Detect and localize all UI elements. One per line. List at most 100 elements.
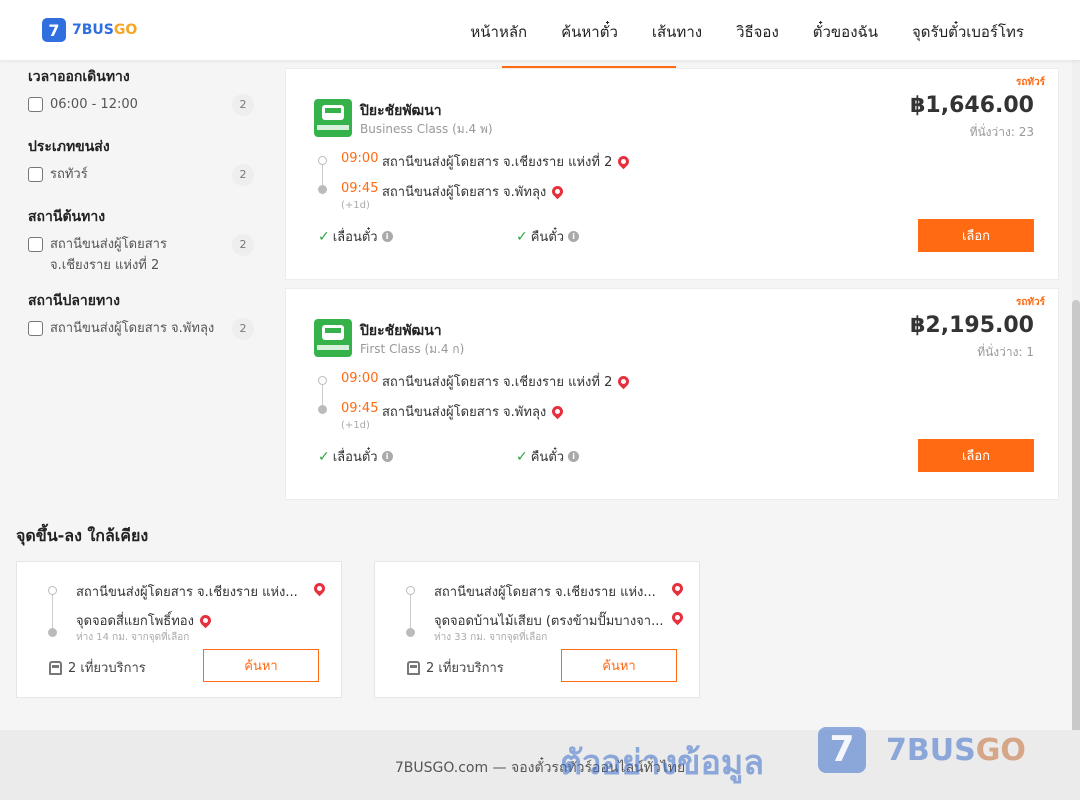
day-offset: (+1d) bbox=[341, 420, 370, 431]
filter-count-badge: 2 bbox=[232, 318, 254, 340]
seats-available: ที่นั่งว่าง: 1 bbox=[977, 345, 1034, 359]
filter-option[interactable]: 06:00 - 12:00 2 bbox=[28, 94, 258, 122]
nearby-distance: ห่าง 33 กม. จากจุดที่เลือก bbox=[434, 632, 548, 643]
nav-routes[interactable]: เส้นทาง bbox=[652, 20, 702, 44]
filter-count-badge: 2 bbox=[232, 164, 254, 186]
check-icon: ✓ bbox=[318, 448, 330, 465]
arrival-time: 09:45 bbox=[341, 181, 379, 196]
filter-departure-time: เวลาออกเดินทาง 06:00 - 12:00 2 bbox=[28, 66, 258, 122]
operator-name: ปิยะชัยพัฒนา bbox=[360, 103, 442, 119]
nearby-from-stop: สถานีขนส่งผู้โดยสาร จ.เชียงราย แห่ง... bbox=[76, 585, 298, 600]
nearby-trip-count: 2 เที่ยวบริการ bbox=[49, 657, 146, 678]
filter-count-badge: 2 bbox=[232, 94, 254, 116]
filter-title: สถานีปลายทาง bbox=[28, 293, 120, 309]
reschedule-policy: ✓ เลื่อนตั๋ว i bbox=[318, 446, 393, 467]
nearby-search-button[interactable]: ค้นหา bbox=[561, 649, 677, 682]
timeline-end-dot bbox=[318, 185, 327, 194]
logo-mark: 7 bbox=[42, 18, 66, 42]
departure-time: 09:00 bbox=[341, 151, 379, 166]
arrival-stop[interactable]: สถานีขนส่งผู้โดยสาร จ.พัทลุง bbox=[382, 401, 566, 422]
nearby-trip-count: 2 เที่ยวบริการ bbox=[407, 657, 504, 678]
nav-ticket-pickup[interactable]: จุดรับตั๋วเบอร์โทร bbox=[912, 20, 1024, 44]
nav-how-to-book[interactable]: วิธีจอง bbox=[736, 20, 779, 44]
bus-icon bbox=[407, 660, 420, 675]
filter-option-label: สถานีขนส่งผู้โดยสาร จ.พัทลุง bbox=[50, 321, 215, 336]
nearby-stops-title: จุดขึ้น-ลง ใกล้เคียง bbox=[16, 526, 149, 545]
filter-checkbox[interactable] bbox=[28, 167, 43, 182]
filter-title: เวลาออกเดินทาง bbox=[28, 69, 130, 85]
watermark-logo-icon: 7 bbox=[818, 727, 866, 773]
timeline-end-dot bbox=[48, 628, 57, 637]
nav-my-tickets[interactable]: ตั๋วของฉัน bbox=[813, 20, 878, 44]
day-offset: (+1d) bbox=[341, 200, 370, 211]
bus-class: First Class (ม.4 ก) bbox=[360, 342, 465, 356]
nearby-search-button[interactable]: ค้นหา bbox=[203, 649, 319, 682]
timeline-end-dot bbox=[318, 405, 327, 414]
departure-stop[interactable]: สถานีขนส่งผู้โดยสาร จ.เชียงราย แห่งที่ 2 bbox=[382, 151, 632, 172]
filter-checkbox[interactable] bbox=[28, 237, 43, 252]
refund-policy: ✓ คืนตั๋ว i bbox=[516, 446, 580, 467]
map-pin-icon[interactable] bbox=[669, 609, 686, 626]
ticket-price: ฿2,195.00 bbox=[910, 313, 1034, 338]
scroll-thumb[interactable] bbox=[1072, 300, 1080, 800]
filter-transport-type: ประเภทขนส่ง รถทัวร์ 2 bbox=[28, 136, 258, 192]
timeline-start-dot bbox=[318, 376, 327, 385]
select-trip-button[interactable]: เลือก bbox=[918, 219, 1034, 252]
filter-checkbox[interactable] bbox=[28, 321, 43, 336]
trip-card: รถทัวร์ ปิยะชัยพัฒนา Business Class (ม.4… bbox=[285, 68, 1059, 280]
info-icon[interactable]: i bbox=[568, 231, 580, 242]
map-pin-icon[interactable] bbox=[669, 580, 686, 597]
filter-option[interactable]: สถานีขนส่งผู้โดยสาร จ.เชียงราย แห่งที่ 2… bbox=[28, 234, 258, 276]
departure-time: 09:00 bbox=[341, 371, 379, 386]
info-icon[interactable]: i bbox=[381, 451, 393, 462]
map-pin-icon[interactable] bbox=[197, 612, 214, 629]
filter-option[interactable]: รถทัวร์ 2 bbox=[28, 164, 258, 192]
nav-search-ticket[interactable]: ค้นหาตั๋ว bbox=[561, 20, 618, 44]
page-scrollbar[interactable] bbox=[1072, 60, 1080, 800]
timeline-start-dot bbox=[318, 156, 327, 165]
filter-sidebar: เวลาออกเดินทาง 06:00 - 12:00 2 ประเภทขนส… bbox=[28, 66, 258, 360]
filter-checkbox[interactable] bbox=[28, 97, 43, 112]
arrival-time: 09:45 bbox=[341, 401, 379, 416]
nearby-to-stop: จุดจอดสี่แยกโพธิ์ทอง bbox=[76, 610, 214, 631]
map-pin-icon[interactable] bbox=[616, 373, 632, 390]
check-icon: ✓ bbox=[516, 448, 528, 465]
watermark-text: ตัวอย่างข้อมูล bbox=[560, 743, 765, 783]
watermark-brand: 7BUSGO bbox=[886, 733, 1026, 768]
filter-title: ประเภทขนส่ง bbox=[28, 139, 110, 155]
arrival-stop[interactable]: สถานีขนส่งผู้โดยสาร จ.พัทลุง bbox=[382, 181, 566, 202]
map-pin-icon[interactable] bbox=[616, 153, 632, 170]
info-icon[interactable]: i bbox=[568, 451, 580, 462]
map-pin-icon[interactable] bbox=[549, 183, 566, 200]
operator-name: ปิยะชัยพัฒนา bbox=[360, 323, 442, 339]
bus-icon bbox=[49, 660, 62, 675]
transport-type-tag: รถทัวร์ bbox=[1015, 297, 1045, 308]
timeline-end-dot bbox=[406, 628, 415, 637]
map-pin-icon[interactable] bbox=[311, 580, 328, 597]
check-icon: ✓ bbox=[318, 228, 330, 245]
filter-destination-station: สถานีปลายทาง สถานีขนส่งผู้โดยสาร จ.พัทลุ… bbox=[28, 290, 258, 346]
timeline-start-dot bbox=[406, 586, 415, 595]
route-timeline bbox=[52, 590, 53, 632]
reschedule-policy: ✓ เลื่อนตั๋ว i bbox=[318, 226, 393, 247]
departure-stop[interactable]: สถานีขนส่งผู้โดยสาร จ.เชียงราย แห่งที่ 2 bbox=[382, 371, 632, 392]
transport-type-tag: รถทัวร์ bbox=[1015, 77, 1045, 88]
select-trip-button[interactable]: เลือก bbox=[918, 439, 1034, 472]
info-icon[interactable]: i bbox=[381, 231, 393, 242]
operator-logo bbox=[314, 319, 352, 357]
nearby-to-stop: จุดจอดบ้านไม้เสียบ (ตรงข้ามปั๊มบางจา... bbox=[434, 614, 664, 629]
route-timeline bbox=[410, 590, 411, 632]
filter-option[interactable]: สถานีขนส่งผู้โดยสาร จ.พัทลุง 2 bbox=[28, 318, 258, 346]
filter-title: สถานีต้นทาง bbox=[28, 209, 106, 225]
ticket-price: ฿1,646.00 bbox=[910, 93, 1034, 118]
filter-option-label: สถานีขนส่งผู้โดยสาร จ.เชียงราย แห่งที่ 2 bbox=[50, 237, 167, 273]
map-pin-icon[interactable] bbox=[549, 403, 566, 420]
seats-available: ที่นั่งว่าง: 23 bbox=[969, 125, 1034, 139]
bus-class: Business Class (ม.4 พ) bbox=[360, 122, 493, 136]
filter-count-badge: 2 bbox=[232, 234, 254, 256]
trip-card: รถทัวร์ ปิยะชัยพัฒนา First Class (ม.4 ก)… bbox=[285, 288, 1059, 500]
nav-home[interactable]: หน้าหลัก bbox=[470, 20, 527, 44]
nearby-from-stop: สถานีขนส่งผู้โดยสาร จ.เชียงราย แห่ง... bbox=[434, 585, 656, 600]
filter-option-label: 06:00 - 12:00 bbox=[50, 97, 138, 112]
site-logo[interactable]: 7 7BUSGO bbox=[42, 18, 137, 42]
